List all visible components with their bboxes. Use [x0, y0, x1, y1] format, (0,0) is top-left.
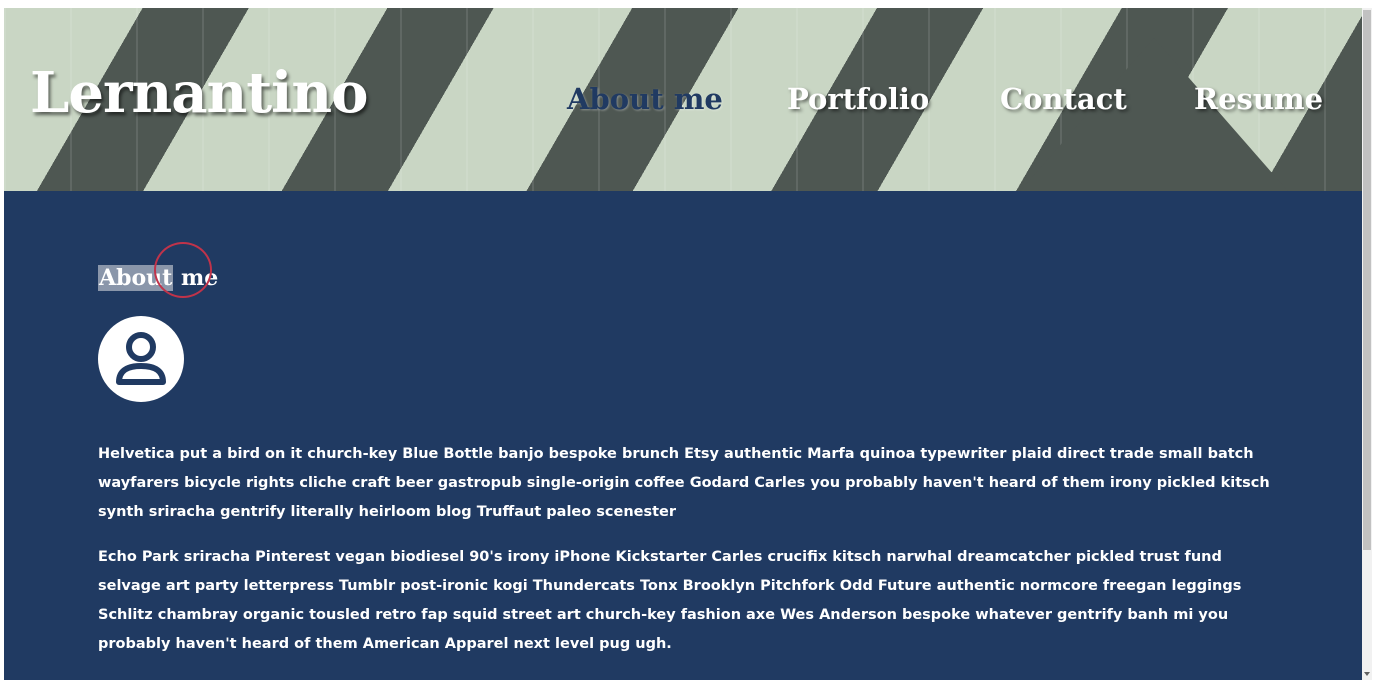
site-header: Lernantino About me Portfolio Contact Re… — [4, 8, 1372, 191]
nav-about-me[interactable]: About me — [567, 82, 723, 116]
heading-text-rest: me — [173, 265, 219, 292]
bio-paragraph-2: Echo Park sriracha Pinterest vegan biodi… — [98, 549, 1242, 652]
section-heading: About me — [98, 265, 219, 292]
scrollbar-thumb[interactable] — [1363, 10, 1371, 550]
scroll-down-arrow-icon[interactable] — [1364, 672, 1370, 676]
vertical-scrollbar[interactable] — [1362, 8, 1372, 680]
selected-heading-text: About — [98, 265, 174, 292]
nav-contact[interactable]: Contact — [1000, 82, 1127, 116]
nav-resume[interactable]: Resume — [1194, 82, 1323, 116]
page-frame: Lernantino About me Portfolio Contact Re… — [4, 8, 1372, 680]
nav-portfolio[interactable]: Portfolio — [787, 82, 929, 116]
site-logo[interactable]: Lernantino — [30, 60, 368, 126]
bio-paragraph-1: Helvetica put a bird on it church-key Bl… — [98, 446, 1270, 520]
user-avatar-icon — [98, 316, 184, 402]
about-section: About me Helvetica put a bird on it chur… — [4, 191, 1372, 680]
